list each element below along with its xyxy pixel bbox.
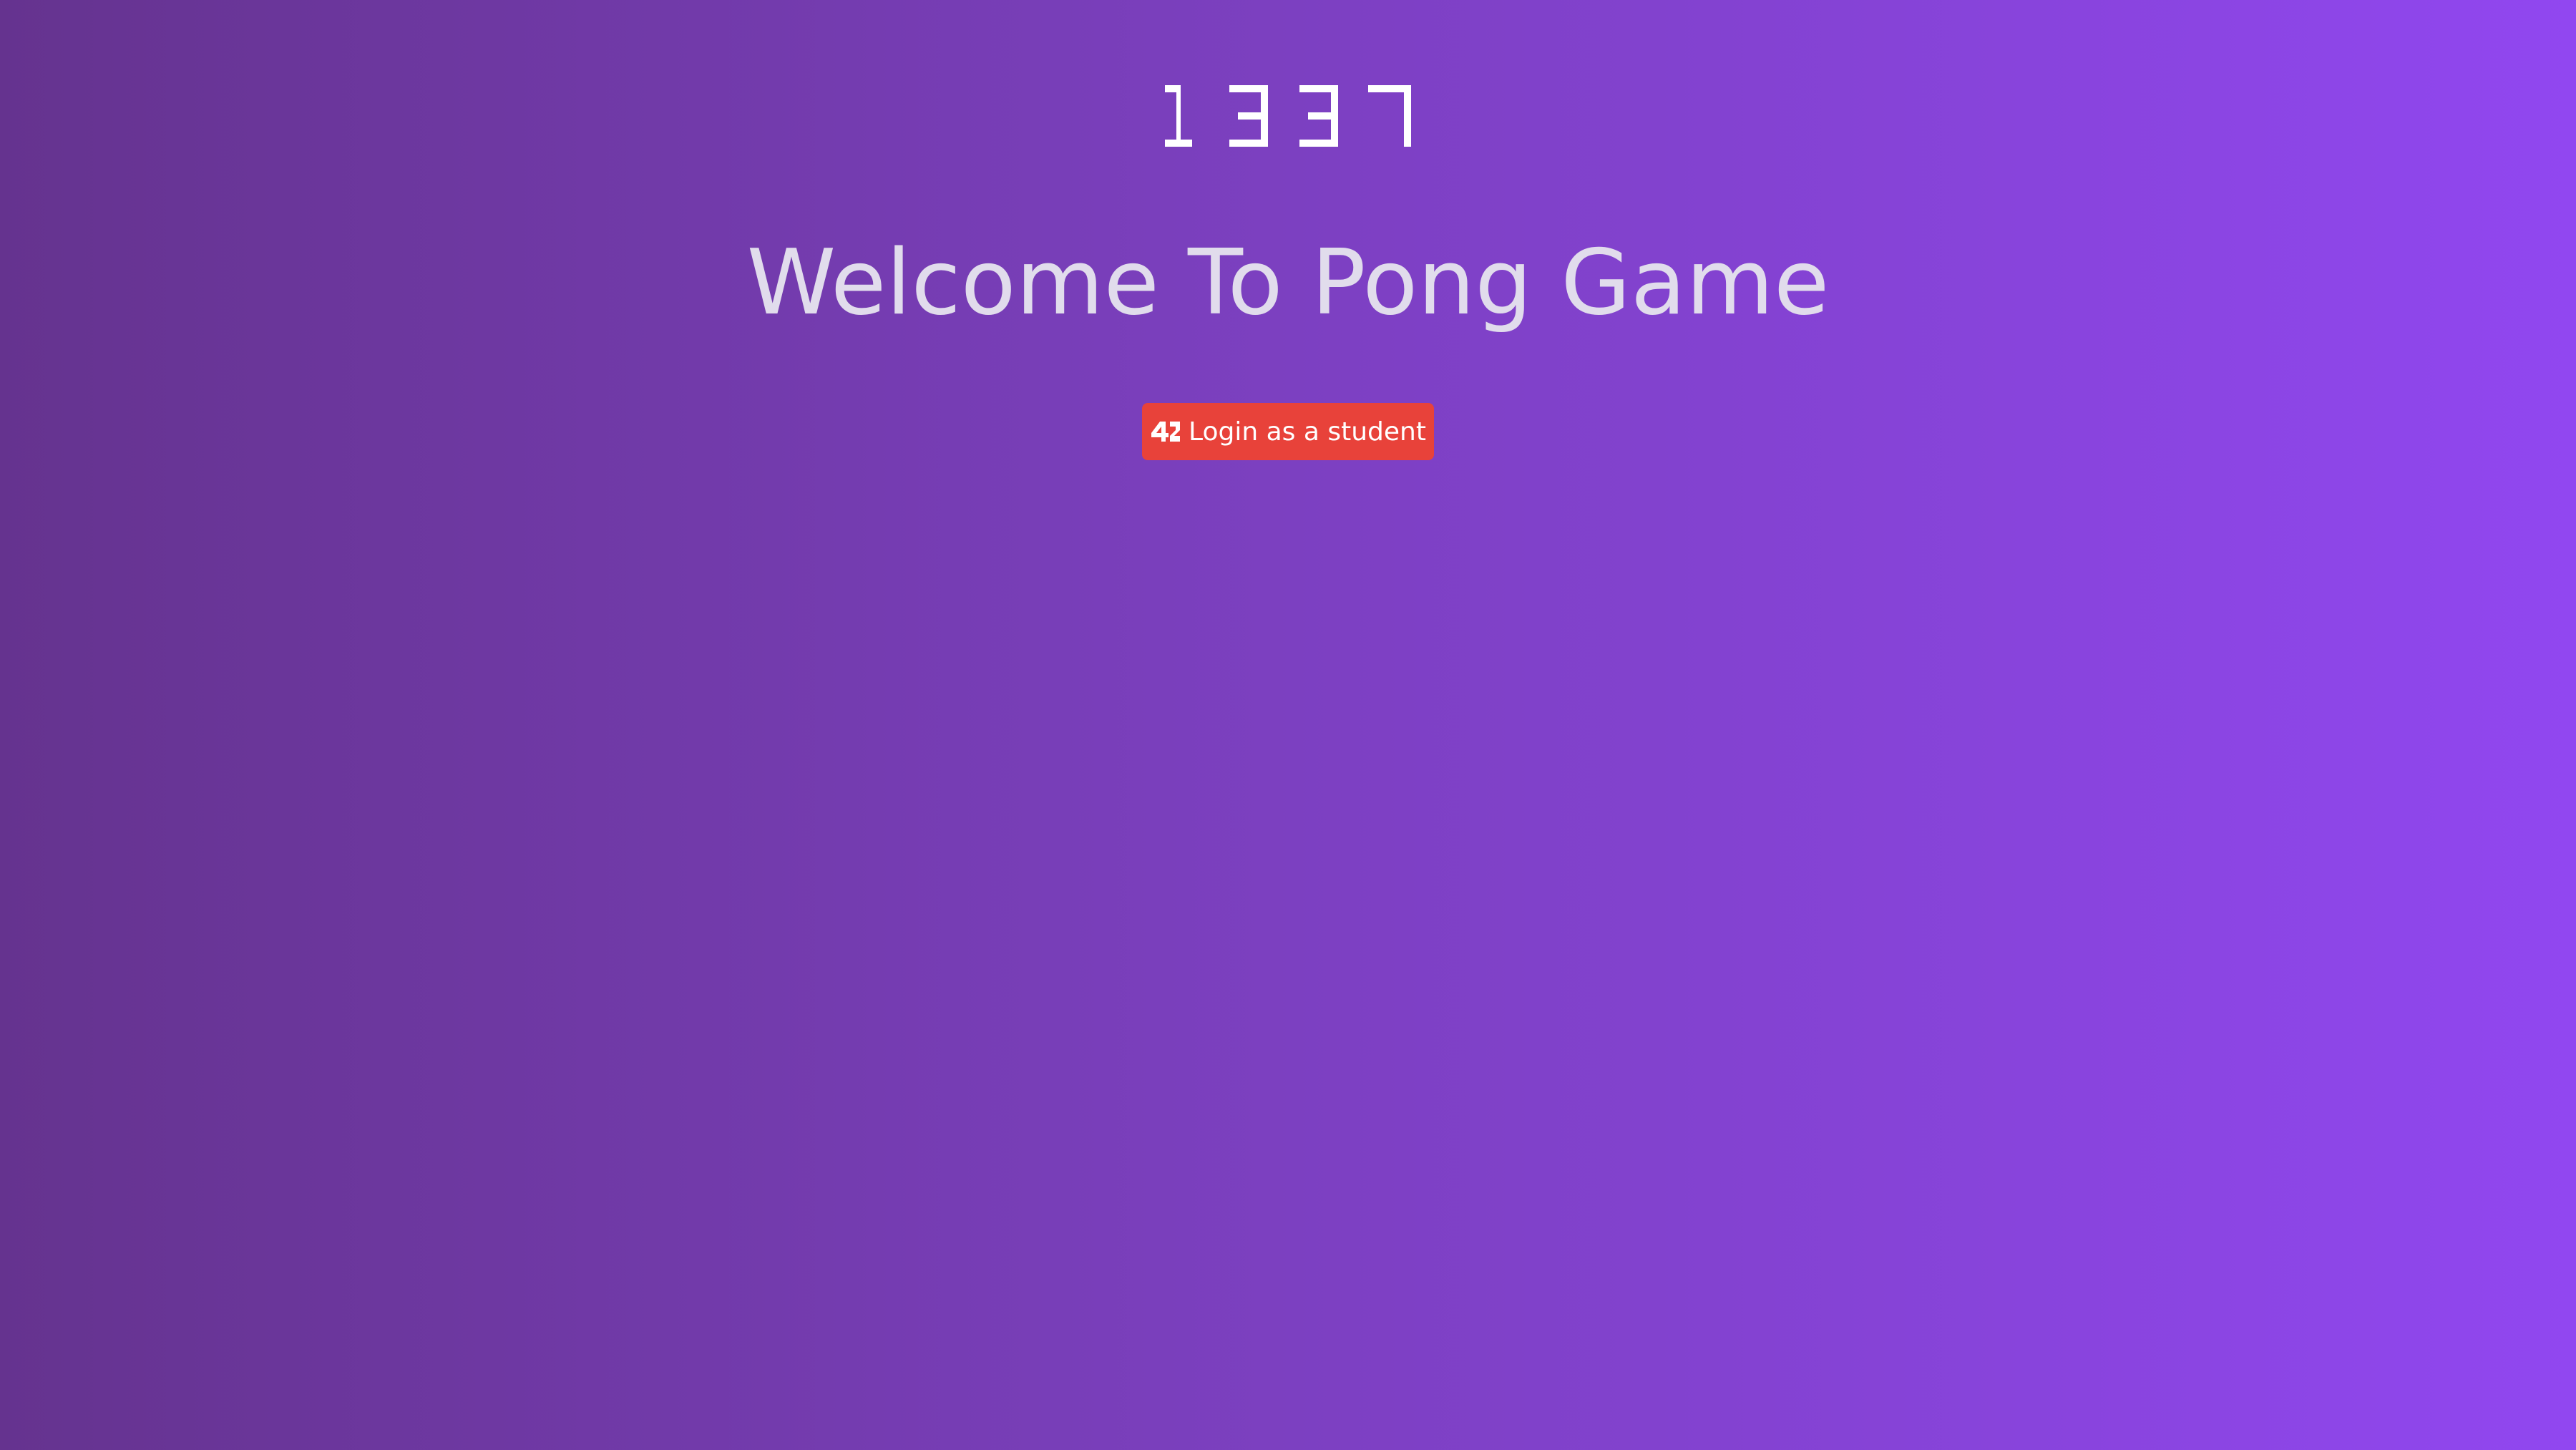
login-as-student-button[interactable]: Login as a student [1142, 403, 1434, 460]
landing-page: 1337 Welcome To Pong Game Login as a stu… [0, 0, 2576, 1450]
42-icon [1150, 420, 1181, 443]
page-title: Welcome To Pong Game [746, 230, 1830, 335]
1337-logo-icon [1165, 85, 1411, 147]
1337-logo: 1337 [1163, 82, 1413, 148]
login-button-label: Login as a student [1189, 417, 1426, 447]
